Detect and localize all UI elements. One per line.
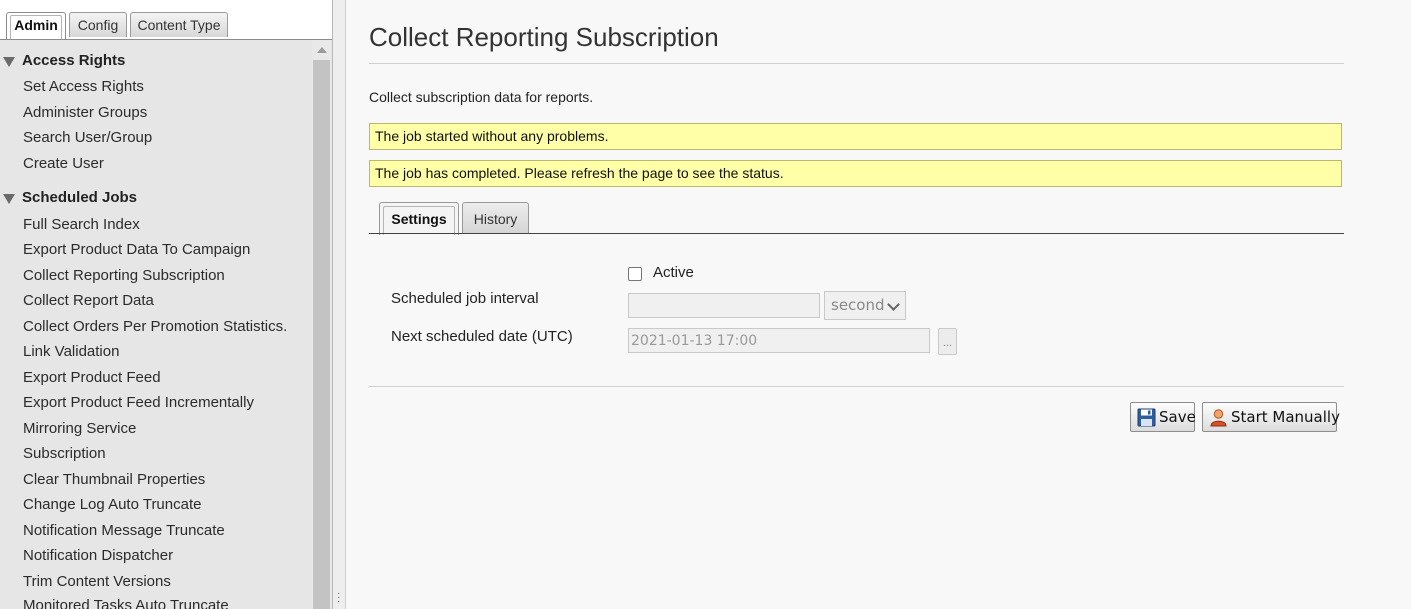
pane-splitter[interactable]: · · ·: [333, 0, 346, 609]
next-date-label: Next scheduled date (UTC): [391, 328, 573, 345]
page-description: Collect subscription data for reports.: [369, 89, 594, 105]
scrollbar-thumb[interactable]: [313, 60, 330, 609]
sidebar-item-full-search-index[interactable]: Full Search Index: [23, 213, 140, 237]
tabs-underline: [369, 233, 1344, 234]
sidebar-item-collect-reporting-subscription[interactable]: Collect Reporting Subscription: [23, 264, 225, 288]
tab-config-label: Config: [77, 17, 119, 33]
user-icon: [1210, 409, 1227, 427]
splitter-grip-icon[interactable]: · · ·: [337, 589, 340, 607]
start-manually-label: Start Manually: [1231, 408, 1340, 426]
notice-completed: The job has completed. Please refresh th…: [369, 160, 1342, 187]
sidebar-item-export-product-feed[interactable]: Export Product Feed: [23, 366, 161, 390]
active-label: Active: [653, 264, 694, 281]
sidebar-item-clear-thumbnail-properties[interactable]: Clear Thumbnail Properties: [23, 468, 205, 492]
tab-content-type-label: Content Type: [137, 17, 221, 33]
group-access-rights[interactable]: Access Rights: [0, 49, 312, 73]
sidebar-item-link-validation[interactable]: Link Validation: [23, 340, 119, 364]
sidebar-item-search-user-group[interactable]: Search User/Group: [23, 126, 152, 150]
sidebar-item-notification-message-truncate[interactable]: Notification Message Truncate: [23, 519, 225, 543]
group-scheduled-jobs[interactable]: Scheduled Jobs: [0, 186, 312, 210]
sidebar-item-set-access-rights[interactable]: Set Access Rights: [23, 75, 144, 99]
notice-started: The job started without any problems.: [369, 123, 1342, 150]
group-title: Scheduled Jobs: [22, 189, 138, 206]
sidebar-item-trim-content-versions[interactable]: Trim Content Versions: [23, 570, 171, 594]
date-picker-button[interactable]: ...: [938, 328, 957, 355]
tab-config[interactable]: Config: [69, 12, 127, 37]
next-date-input[interactable]: 2021-01-13 17:00: [628, 328, 930, 353]
sidebar-item-export-product-data[interactable]: Export Product Data To Campaign: [23, 238, 250, 262]
sidebar-item-change-log-auto-truncate[interactable]: Change Log Auto Truncate: [23, 493, 201, 517]
save-label: Save: [1159, 408, 1196, 426]
start-manually-button[interactable]: Start Manually: [1202, 402, 1340, 432]
sidebar-item-collect-report-data[interactable]: Collect Report Data: [23, 289, 154, 313]
sidebar-item-notification-dispatcher[interactable]: Notification Dispatcher: [23, 544, 173, 568]
sidebar-tabs: Admin Config Content Type: [0, 0, 332, 40]
sidebar-item-create-user[interactable]: Create User: [23, 152, 104, 176]
page-title: Collect Reporting Subscription: [369, 22, 719, 52]
interval-label: Scheduled job interval: [391, 290, 539, 307]
collapse-triangle-icon[interactable]: [3, 57, 15, 67]
interval-unit-value: second: [831, 296, 885, 314]
tab-admin[interactable]: Admin: [6, 12, 66, 39]
interval-unit-select[interactable]: second: [824, 291, 906, 320]
tab-admin-label: Admin: [14, 17, 58, 33]
next-date-value: 2021-01-13 17:00: [631, 333, 758, 349]
sidebar: Admin Config Content Type Access Rights …: [0, 0, 333, 609]
collapse-triangle-icon[interactable]: [3, 194, 15, 204]
sidebar-item-export-product-feed-incrementally[interactable]: Export Product Feed Incrementally: [23, 391, 254, 415]
sidebar-item-monitored-tasks-auto-truncate[interactable]: Monitored Tasks Auto Truncate: [23, 594, 229, 609]
divider: [369, 63, 1344, 64]
tab-settings[interactable]: Settings: [379, 202, 459, 235]
save-button[interactable]: Save: [1130, 402, 1196, 432]
tab-content-type[interactable]: Content Type: [130, 12, 228, 37]
floppy-disk-icon: [1137, 408, 1156, 427]
sidebar-item-subscription[interactable]: Subscription: [23, 442, 106, 466]
sidebar-item-mirroring-service[interactable]: Mirroring Service: [23, 417, 136, 441]
sidebar-scrollbar[interactable]: [312, 40, 331, 609]
group-title: Access Rights: [22, 52, 126, 69]
tab-settings-label: Settings: [391, 211, 447, 227]
sidebar-item-collect-orders-promotion[interactable]: Collect Orders Per Promotion Statistics.: [23, 315, 287, 339]
active-checkbox[interactable]: [628, 267, 642, 281]
sidebar-item-administer-groups[interactable]: Administer Groups: [23, 101, 147, 125]
tab-history[interactable]: History: [462, 202, 529, 234]
scroll-up-arrow-icon[interactable]: [317, 47, 327, 53]
main-content: Collect Reporting Subscription Collect s…: [346, 0, 1411, 609]
tab-history-label: History: [473, 211, 518, 227]
divider: [369, 386, 1344, 387]
interval-input[interactable]: [628, 293, 820, 318]
chevron-down-icon: [887, 298, 900, 311]
